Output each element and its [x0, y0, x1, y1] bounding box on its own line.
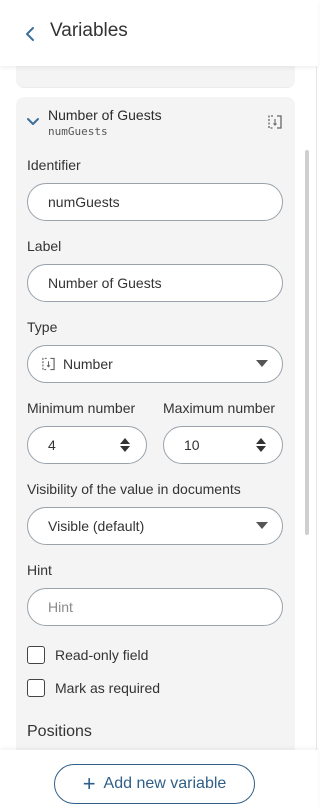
required-checkbox-row[interactable]: Mark as required: [27, 678, 160, 698]
label-label: Label: [27, 238, 62, 254]
variable-code: numGuests: [48, 125, 108, 138]
chevron-down-icon[interactable]: [26, 117, 40, 127]
identifier-label: Identifier: [27, 157, 81, 173]
visibility-value: Visible (default): [48, 518, 145, 534]
positions-heading: Positions: [27, 723, 92, 740]
label-value: Number of Guests: [48, 275, 162, 291]
page-title: Variables: [50, 20, 128, 41]
required-label: Mark as required: [55, 680, 161, 696]
scrollbar-thumb[interactable]: [305, 150, 309, 535]
dropdown-arrow-icon: [256, 522, 268, 529]
spinner-icon[interactable]: [120, 438, 130, 452]
identifier-field[interactable]: numGuests: [27, 183, 283, 221]
min-number-label: Minimum number: [27, 400, 136, 416]
number-type-icon: [42, 357, 55, 371]
readonly-label: Read-only field: [55, 647, 149, 663]
type-label: Type: [27, 319, 58, 335]
hint-label: Hint: [27, 562, 52, 578]
max-number-stepper[interactable]: 10: [163, 426, 283, 464]
previous-variable-card[interactable]: [16, 66, 295, 88]
dropdown-arrow-icon: [256, 360, 268, 367]
variable-card: Number of Guests numGuests Identifier nu…: [16, 97, 295, 750]
plus-icon: +: [82, 771, 96, 796]
variable-card-header[interactable]: Number of Guests numGuests: [16, 97, 295, 143]
header-bar: Variables: [0, 0, 318, 66]
hint-input[interactable]: Hint: [27, 588, 283, 626]
add-variable-button[interactable]: + Add new variable: [54, 764, 255, 804]
spinner-icon[interactable]: [256, 438, 266, 452]
min-number-value: 4: [48, 437, 56, 453]
min-number-stepper[interactable]: 4: [27, 426, 147, 464]
identifier-value: numGuests: [48, 194, 120, 210]
number-type-icon: [268, 115, 282, 129]
footer-bar: + Add new variable: [0, 750, 318, 810]
variable-title: Number of Guests: [48, 107, 162, 123]
max-number-value: 10: [184, 437, 200, 453]
chevron-left-icon: [26, 27, 34, 41]
readonly-checkbox-row[interactable]: Read-only field: [27, 645, 148, 665]
label-field[interactable]: Number of Guests: [27, 264, 283, 302]
hint-placeholder: Hint: [48, 599, 73, 615]
visibility-select[interactable]: Visible (default): [27, 507, 283, 545]
panel-divider: [316, 0, 317, 810]
scrollbar[interactable]: [305, 150, 311, 540]
visibility-label: Visibility of the value in documents: [27, 481, 241, 497]
add-variable-label: Add new variable: [103, 775, 227, 792]
required-checkbox[interactable]: [27, 679, 45, 697]
readonly-checkbox[interactable]: [27, 646, 45, 664]
type-value: Number: [63, 356, 113, 372]
max-number-label: Maximum number: [163, 400, 276, 416]
type-select[interactable]: Number: [27, 345, 283, 383]
variables-list[interactable]: Number of Guests numGuests Identifier nu…: [0, 66, 318, 750]
back-button[interactable]: [20, 22, 40, 46]
